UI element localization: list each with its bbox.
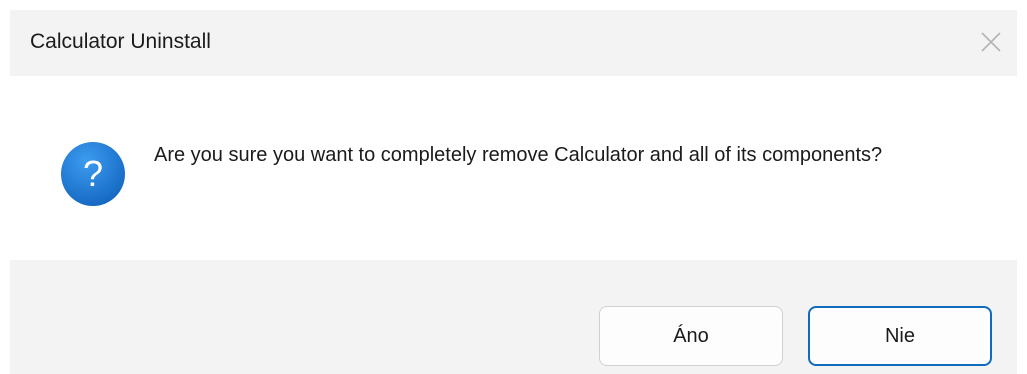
close-icon <box>981 32 1001 52</box>
question-icon: ? <box>61 142 125 206</box>
dialog-content: ? Are you sure you want to completely re… <box>10 76 1017 260</box>
window-title: Calculator Uninstall <box>30 30 211 53</box>
uninstall-dialog: Calculator Uninstall ? Are you sure you … <box>10 10 1017 374</box>
title-bar: Calculator Uninstall <box>10 10 1017 76</box>
button-bar: Áno Nie <box>10 260 1017 374</box>
no-button[interactable]: Nie <box>808 306 992 366</box>
close-button[interactable] <box>973 24 1009 60</box>
yes-button[interactable]: Áno <box>599 306 783 366</box>
confirmation-message: Are you sure you want to completely remo… <box>154 144 883 166</box>
svg-text:?: ? <box>83 153 103 194</box>
